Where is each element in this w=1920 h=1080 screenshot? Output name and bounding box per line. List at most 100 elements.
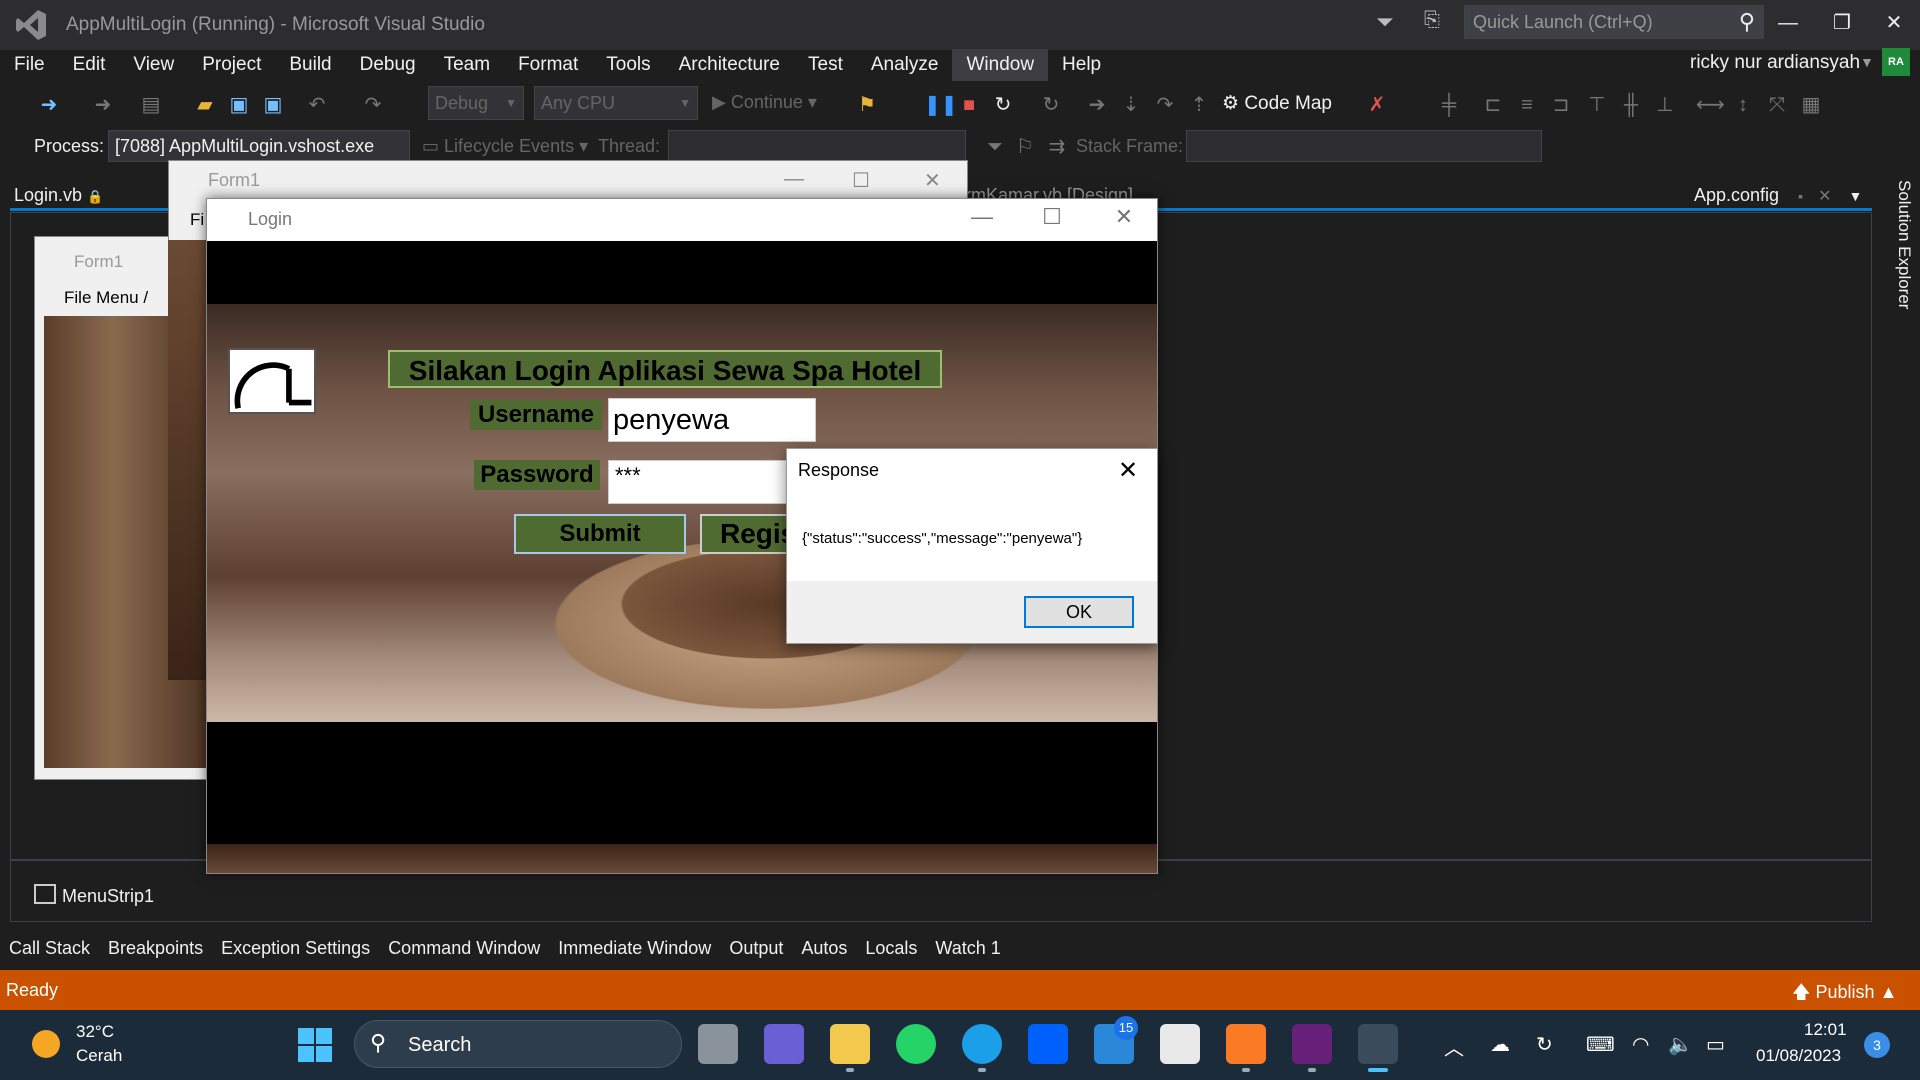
menu-edit[interactable]: Edit <box>59 49 120 81</box>
resize-icon[interactable]: ⤧ <box>1764 92 1790 118</box>
breakpoint-toggle-icon[interactable]: ✗ <box>1364 92 1390 118</box>
chevron-down-icon[interactable]: ▼ <box>1860 54 1874 70</box>
form1-menu-file[interactable]: Fi <box>190 210 204 230</box>
clock-time[interactable]: 12:01 <box>1804 1020 1847 1040</box>
amazon-icon[interactable] <box>1160 1024 1200 1064</box>
chevron-up-icon[interactable]: ︿ <box>1444 1032 1464 1061</box>
menu-help[interactable]: Help <box>1048 49 1115 81</box>
step-over-icon[interactable]: ⇣ <box>1118 92 1144 118</box>
process-select[interactable]: [7088] AppMultiLogin.vshost.exe <box>108 130 410 162</box>
restart-icon[interactable]: ↻ <box>990 92 1016 118</box>
flag-threads-icon[interactable]: ⚐ <box>1012 134 1038 160</box>
menu-architecture[interactable]: Architecture <box>665 49 794 81</box>
code-map-button[interactable]: ⚙ Code Map <box>1222 92 1332 115</box>
attach-process-icon[interactable]: ⚑ <box>854 92 880 118</box>
stop-icon[interactable]: ■ <box>956 92 982 118</box>
menu-window[interactable]: Window <box>952 49 1049 81</box>
publish-button[interactable]: 🡅 Publish ▲ <box>1792 980 1897 1010</box>
user-name[interactable]: ricky nur ardiansyah <box>1690 52 1860 74</box>
tab-call-stack[interactable]: Call Stack <box>0 938 99 959</box>
tab-immediate-window[interactable]: Immediate Window <box>549 938 720 959</box>
maximize-icon[interactable]: ☐ <box>1032 204 1072 230</box>
lifecycle-events-button[interactable]: ▭ Lifecycle Events ▾ <box>422 136 588 157</box>
menustrip-component[interactable]: MenuStrip1 <box>62 886 154 907</box>
tab-app-config[interactable]: App.config ▪ ✕ ▼ <box>1694 185 1862 206</box>
tab-output[interactable]: Output <box>720 938 792 959</box>
filter-threads-icon[interactable]: ⏷ <box>982 134 1008 160</box>
menu-debug[interactable]: Debug <box>346 49 430 81</box>
menu-project[interactable]: Project <box>188 49 275 81</box>
menu-build[interactable]: Build <box>275 49 345 81</box>
align-right-icon[interactable]: ⊐ <box>1548 92 1574 118</box>
step-up-icon[interactable]: ⇡ <box>1186 92 1212 118</box>
close-icon[interactable]: ✕ <box>1874 8 1914 38</box>
sun-weather-icon[interactable] <box>32 1030 60 1058</box>
align-bottom-icon[interactable]: ⊥ <box>1652 92 1678 118</box>
menu-view[interactable]: View <box>119 49 188 81</box>
wifi-icon[interactable]: ◠ <box>1632 1032 1649 1057</box>
edge-browser-icon[interactable] <box>962 1024 1002 1064</box>
save-icon[interactable]: ▣ <box>226 92 252 118</box>
redo-icon[interactable]: ↷ <box>360 92 386 118</box>
undo-icon[interactable]: ↶ <box>304 92 330 118</box>
tab-breakpoints[interactable]: Breakpoints <box>99 938 212 959</box>
feedback-icon[interactable]: ⎘ <box>1424 9 1452 35</box>
username-field[interactable]: penyewa <box>608 398 816 442</box>
weather-description[interactable]: Cerah <box>76 1046 122 1066</box>
ok-button[interactable]: OK <box>1024 596 1134 628</box>
tab-command-window[interactable]: Command Window <box>379 938 549 959</box>
file-explorer-icon[interactable] <box>830 1024 870 1064</box>
close-icon[interactable]: ✕ <box>1118 456 1138 485</box>
menu-test[interactable]: Test <box>794 49 857 81</box>
minimize-icon[interactable]: — <box>962 204 1002 230</box>
designer-form-menu[interactable]: File Menu / <box>64 288 148 308</box>
show-next-statement-icon[interactable]: ↻ <box>1038 92 1064 118</box>
minimize-icon[interactable]: — <box>784 168 804 191</box>
task-view-icon[interactable] <box>698 1024 738 1064</box>
quick-launch-input[interactable]: Quick Launch (Ctrl+Q) ⚲ <box>1464 5 1764 39</box>
close-icon[interactable]: ✕ <box>924 168 941 193</box>
menu-team[interactable]: Team <box>430 49 504 81</box>
tab-autos[interactable]: Autos <box>792 938 856 959</box>
toggle-thread-icon[interactable]: ⇉ <box>1044 134 1070 160</box>
new-project-icon[interactable]: ▤ <box>138 92 164 118</box>
visual-studio-taskbar-icon[interactable] <box>1292 1024 1332 1064</box>
avatar[interactable]: RA <box>1882 48 1910 76</box>
step-into-icon[interactable]: ➔ <box>1084 92 1110 118</box>
dropbox-icon[interactable] <box>1028 1024 1068 1064</box>
weather-temperature[interactable]: 32°C <box>76 1022 114 1042</box>
minimize-icon[interactable]: — <box>1768 8 1808 38</box>
menu-tools[interactable]: Tools <box>592 49 664 81</box>
configuration-select[interactable]: Debug ▼ <box>428 86 524 120</box>
save-all-icon[interactable]: ▣ <box>260 92 286 118</box>
align-left-icon[interactable]: ⊏ <box>1480 92 1506 118</box>
whatsapp-icon[interactable] <box>896 1024 936 1064</box>
volume-icon[interactable]: 🔈 <box>1668 1032 1693 1057</box>
restore-icon[interactable]: ❐ <box>1822 8 1862 38</box>
keyboard-icon[interactable]: ⌨ <box>1586 1032 1615 1057</box>
teams-chat-icon[interactable] <box>764 1024 804 1064</box>
register-button[interactable]: Regis <box>700 514 788 554</box>
space-vertical-icon[interactable]: ↕ <box>1730 92 1756 118</box>
space-horizontal-icon[interactable]: ⟷ <box>1696 92 1725 118</box>
align-center-icon[interactable]: ≡ <box>1514 92 1540 118</box>
battery-icon[interactable]: ▭ <box>1706 1032 1725 1057</box>
close-icon[interactable]: ✕ <box>1104 204 1144 230</box>
tab-login-vb[interactable]: Login.vb 🔒 <box>14 185 103 206</box>
notification-badge[interactable]: 3 <box>1864 1032 1890 1058</box>
tab-locals[interactable]: Locals <box>856 938 926 959</box>
windows-start-icon[interactable] <box>298 1028 332 1062</box>
layout-center-icon[interactable]: ╪ <box>1436 92 1462 118</box>
close-tab-icon[interactable]: ✕ <box>1818 188 1831 205</box>
continue-button[interactable]: ▶ Continue ▾ <box>712 92 817 113</box>
tab-order-icon[interactable]: ▦ <box>1798 92 1824 118</box>
align-middle-icon[interactable]: ╫ <box>1618 92 1644 118</box>
menu-format[interactable]: Format <box>504 49 592 81</box>
tab-exception-settings[interactable]: Exception Settings <box>212 938 379 959</box>
solution-explorer-tab[interactable]: Solution Explorer <box>1884 180 1914 320</box>
pin-icon[interactable]: ▪ <box>1798 188 1803 204</box>
onedrive-cloud-icon[interactable]: ☁ <box>1490 1032 1510 1057</box>
submit-button[interactable]: Submit <box>514 514 686 554</box>
xampp-icon[interactable] <box>1226 1024 1266 1064</box>
app-multilogin-taskbar-icon[interactable] <box>1358 1024 1398 1064</box>
